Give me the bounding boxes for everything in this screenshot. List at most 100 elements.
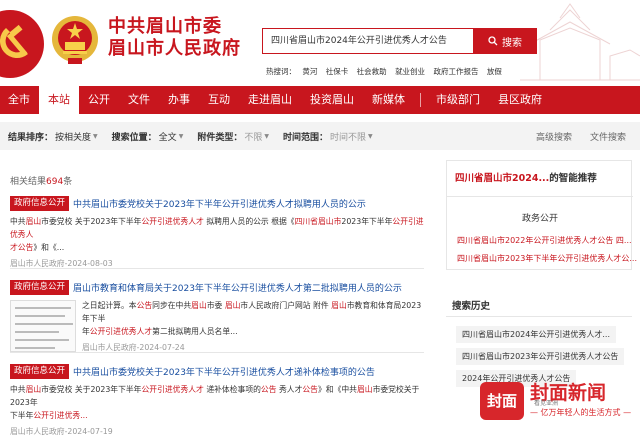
snippet-highlight: 引进 xyxy=(157,217,173,226)
hot-word[interactable]: 社保卡 xyxy=(326,67,349,76)
search-button[interactable]: 搜索 xyxy=(473,28,537,54)
result-body: 之日起计算。本公告同步在中共眉山市委 眉山市人民政府门户网站 附件 眉山市教育和… xyxy=(82,299,424,353)
search-history-item[interactable]: 四川省眉山市2024年公开引进优秀人才... xyxy=(456,326,616,343)
snippet-text: 中共 xyxy=(10,217,26,226)
nav-item-files[interactable]: 文件 xyxy=(119,86,159,114)
search-history-item[interactable]: 四川省眉山市2023年公开引进优秀人才公告 xyxy=(456,348,625,365)
snippet-text: 2023年下半年 xyxy=(341,217,393,226)
search-history-divider xyxy=(446,316,632,317)
sort-value: 按相关度 xyxy=(55,132,92,143)
results-list: 相关结果694条 政府信息公开 中共眉山市委党校关于2023年下半年公开引进优秀人… xyxy=(0,160,432,440)
attachment-value: 不限 xyxy=(244,132,263,143)
sort-select[interactable]: 按相关度 ▼ xyxy=(55,130,98,143)
hot-search-words: 热搜词： 黄河 社保卡 社会救助 就业创业 政府工作报告 放假 xyxy=(266,66,508,77)
nav-item-this-site[interactable]: 本站 xyxy=(39,86,79,114)
nav-item-county-governments[interactable]: 县区政府 xyxy=(489,86,551,114)
watermark-small-text: 看见亚洲 xyxy=(534,400,559,407)
snippet-highlight: 公告 xyxy=(136,301,153,310)
filter-bar: 结果排序： 按相关度 ▼ 搜索位置： 全文 ▼ 附件类型： 不限 ▼ 时间范围： 时间… xyxy=(0,122,640,150)
result-count: 相关结果694条 xyxy=(10,174,72,187)
smart-recommend-link[interactable]: 四川省眉山市2022年公开引进优秀人才公告 四... xyxy=(457,235,632,246)
snippet-highlight: 公开 xyxy=(141,217,158,226)
snippet-text: 下半年 xyxy=(10,411,34,420)
watermark-slogan: — 亿万年轻人的生活方式 — xyxy=(530,408,632,417)
nav-item-invest-meishan[interactable]: 投资眉山 xyxy=(301,86,363,114)
position-select[interactable]: 全文 ▼ xyxy=(159,130,184,143)
nav-item-services[interactable]: 办事 xyxy=(159,86,199,114)
time-range-select[interactable]: 时间不限 ▼ xyxy=(330,130,373,143)
snippet-highlight: 公开引进优秀... xyxy=(33,411,88,420)
search-history-title: 搜索历史 xyxy=(452,301,491,312)
smart-recommend-panel: 四川省眉山市2024...的智能推荐 政务公开 四川省眉山市2022年公开引进优… xyxy=(446,160,637,270)
nav-item-new-media[interactable]: 新媒体 xyxy=(363,86,414,114)
snippet-text: 》和《... xyxy=(33,243,65,252)
snippet-text: 年 xyxy=(82,327,90,336)
snippet-text: 递补体检事项的 xyxy=(203,385,261,394)
result-divider xyxy=(10,268,424,269)
file-search-link[interactable]: 文件搜索 xyxy=(590,130,626,143)
snippet-text: 市人民政府门户网站 附件 xyxy=(240,301,332,310)
chevron-down-icon: ▼ xyxy=(264,132,269,140)
search-input[interactable]: 四川省眉山市2024年公开引进优秀人才公告 xyxy=(262,28,474,54)
result-title-link[interactable]: 眉山市教育和体育局关于2023年下半年公开引进优秀人才第二批拟聘用人员的公示 xyxy=(73,284,402,294)
snippet-highlight: 眉山 xyxy=(191,301,207,310)
hot-word[interactable]: 社会救助 xyxy=(357,67,387,76)
nav-item-open[interactable]: 公开 xyxy=(79,86,119,114)
document-thumbnail[interactable] xyxy=(10,300,76,352)
result-divider xyxy=(10,352,424,353)
snippet-text: 中共 xyxy=(10,385,26,394)
result-count-suffix: 条 xyxy=(63,177,73,187)
nav-divider xyxy=(420,93,421,107)
snippet-text: 市委党校 关于2023年下半年 xyxy=(41,217,142,226)
nav-item-about-meishan[interactable]: 走进眉山 xyxy=(239,86,301,114)
site-title-line1: 中共眉山市委 xyxy=(108,16,222,37)
main-nav: 全市 本站 公开 文件 办事 互动 走进眉山 投资眉山 新媒体 市级部门 县区政… xyxy=(0,86,640,114)
pavilion-illustration xyxy=(520,3,640,81)
party-emblem-icon xyxy=(0,10,44,78)
result-count-number: 694 xyxy=(46,177,64,187)
result-item: 政府信息公开 眉山市教育和体育局关于2023年下半年公开引进优秀人才第二批拟聘用人… xyxy=(10,280,424,353)
result-title-link[interactable]: 中共眉山市委党校关于2023年下半年公开引进优秀人才拟聘用人员的公示 xyxy=(73,200,366,210)
time-range-label: 时间范围： xyxy=(282,132,328,143)
result-count-prefix: 相关结果 xyxy=(10,177,47,187)
filter-links: 高级搜索 文件搜索 xyxy=(536,130,640,143)
snippet-text: 同步在中共 xyxy=(152,301,192,310)
snippet-highlight: 公告 xyxy=(260,385,277,394)
chevron-down-icon: ▼ xyxy=(368,132,373,140)
result-tag[interactable]: 政府信息公开 xyxy=(10,280,70,295)
snippet-highlight: 公开引进优秀人才 xyxy=(141,385,204,394)
nav-item-city-departments[interactable]: 市级部门 xyxy=(427,86,489,114)
hot-word[interactable]: 放假 xyxy=(487,67,502,76)
position-label: 搜索位置： xyxy=(111,132,157,143)
hot-word[interactable]: 就业创业 xyxy=(395,67,425,76)
snippet-text: 市委党校 关于2023年下半年 xyxy=(41,385,142,394)
cover-news-logo-icon: 封面 xyxy=(480,382,524,420)
sort-label: 结果排序： xyxy=(8,132,54,143)
attachment-select[interactable]: 不限 ▼ xyxy=(244,130,269,143)
snippet-highlight: 公开引进优秀人才 xyxy=(89,327,153,336)
result-snippet: 中共眉山市委党校 关于2023年下半年公开引进优秀人才 拟聘用人员的公示 根据《… xyxy=(10,215,424,254)
time-range-value: 时间不限 xyxy=(329,132,366,143)
result-meta: 眉山市人民政府-2024-07-19 xyxy=(10,427,113,436)
result-item: 政府信息公开 中共眉山市委党校关于2023年下半年公开引进优秀人才拟聘用人员的公示… xyxy=(10,196,424,269)
snippet-highlight: 眉山 xyxy=(356,385,373,394)
nav-item-interaction[interactable]: 互动 xyxy=(199,86,239,114)
smart-recommend-suffix: 的智能推荐 xyxy=(549,173,597,184)
hot-word[interactable]: 黄河 xyxy=(302,67,317,76)
result-tag[interactable]: 政府信息公开 xyxy=(10,196,70,211)
result-title-link[interactable]: 中共眉山市委党校关于2023年下半年公开引进优秀人才递补体检事项的公告 xyxy=(73,368,375,378)
advanced-search-link[interactable]: 高级搜索 xyxy=(536,130,572,143)
search-button-label: 搜索 xyxy=(502,37,522,49)
result-snippet: 中共眉山市委党校 关于2023年下半年公开引进优秀人才 递补体检事项的公告 秀人… xyxy=(10,383,424,422)
national-emblem-icon xyxy=(52,16,98,64)
smart-recommend-keyword: 四川省眉山市2024... xyxy=(455,173,550,184)
result-snippet: 之日起计算。本公告同步在中共眉山市委 眉山市人民政府门户网站 附件 眉山市教育和… xyxy=(82,299,424,338)
smart-recommend-link[interactable]: 四川省眉山市2023年下半年公开引进优秀人才公... xyxy=(457,253,637,264)
hot-word[interactable]: 政府工作报告 xyxy=(433,67,478,76)
snippet-text: 之日起计算。本 xyxy=(82,301,137,310)
site-header: 中共眉山市委 眉山市人民政府 四川省眉山市2024年公开引进优秀人才公告 搜索 … xyxy=(0,0,640,86)
result-tag[interactable]: 政府信息公开 xyxy=(10,364,70,379)
cover-news-watermark: 封面 封面新闻 看见亚洲 — 亿万年轻人的生活方式 — xyxy=(480,378,638,428)
search-icon xyxy=(488,36,498,46)
nav-item-all-city[interactable]: 全市 xyxy=(0,86,39,114)
